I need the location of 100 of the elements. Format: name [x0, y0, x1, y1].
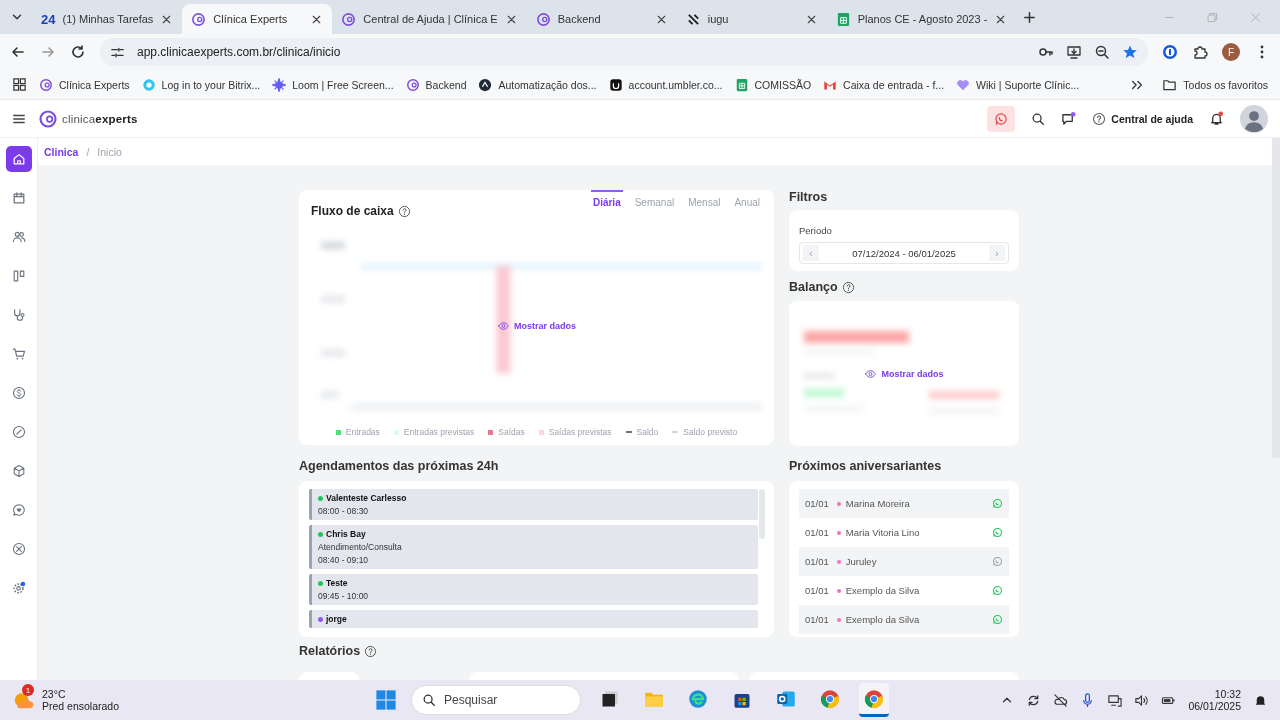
- scrollbar[interactable]: [759, 489, 765, 539]
- stethoscope-icon: [11, 308, 26, 322]
- speaker-icon[interactable]: [1134, 692, 1150, 708]
- bullet-dot: [836, 530, 841, 535]
- legend-label: Saídas previstas: [548, 427, 612, 437]
- help-icon[interactable]: [364, 644, 378, 658]
- legend-label: Saldo: [636, 427, 659, 437]
- browser-tab[interactable]: iugu: [676, 4, 827, 34]
- home-icon: [11, 152, 26, 166]
- notification-badge: 1: [22, 684, 34, 696]
- help-icon[interactable]: [397, 204, 411, 218]
- bookmark[interactable]: Automatização dos...: [478, 77, 597, 92]
- appointment-time: 08:00 - 08:30: [318, 506, 370, 516]
- birthday-date: 01/01: [805, 614, 829, 625]
- board-icon: [11, 269, 26, 283]
- people-icon: [11, 230, 26, 244]
- person-name: Juruley: [845, 556, 877, 567]
- extensions-icon[interactable]: [1192, 44, 1208, 60]
- period-tab[interactable]: Diária: [590, 190, 623, 208]
- section-title: Próximos aniversariantes: [789, 459, 943, 473]
- star-icon[interactable]: [1122, 44, 1138, 60]
- box-icon: [11, 464, 26, 478]
- patient-name: Chris Bay: [326, 529, 366, 539]
- cloud-icon[interactable]: [1053, 692, 1069, 708]
- appointment-type: Atendimento/Consulta: [318, 542, 403, 552]
- blurred-income: [804, 373, 864, 412]
- circle-icon: [141, 77, 156, 92]
- section-title: Relatórios: [299, 644, 361, 658]
- legend-label: Saldo previsto: [683, 427, 738, 437]
- bookmark[interactable]: Backend: [405, 77, 467, 92]
- search-field[interactable]: Pesquisar: [411, 685, 581, 715]
- appointment-time: 09:45 - 10:00: [318, 591, 370, 601]
- appointment-item[interactable]: Valenteste Carlesso 08:00 - 08:30: [309, 489, 758, 520]
- search-icon[interactable]: [1031, 111, 1046, 126]
- circle-icon[interactable]: [1162, 44, 1178, 60]
- patient-name: Valenteste Carlesso: [326, 493, 407, 503]
- windows-icon[interactable]: [375, 689, 397, 711]
- appointment-time: 08:40 - 09:10: [318, 555, 370, 565]
- person-name: Marina Moreira: [845, 498, 910, 509]
- appointment-item[interactable]: Teste 09:45 - 10:00: [309, 574, 758, 605]
- bookmark[interactable]: Loom | Free Screen...: [272, 77, 394, 92]
- browser-tab[interactable]: Planos CE - Agosto 2023 -: [826, 4, 1017, 34]
- profile-avatar[interactable]: F: [1222, 43, 1240, 61]
- show-data-button[interactable]: Mostrar dados: [495, 317, 578, 334]
- help-link[interactable]: Central de ajuda: [1092, 111, 1193, 126]
- reload-icon[interactable]: [70, 44, 86, 60]
- chrome-icon: [864, 688, 884, 709]
- bell-icon[interactable]: [1209, 111, 1224, 126]
- whatsapp-button[interactable]: [987, 105, 1016, 132]
- birthday-date: 01/01: [805, 527, 829, 538]
- help-icon[interactable]: [841, 280, 855, 294]
- clock-time: 10:32: [1214, 688, 1241, 700]
- browser-tab[interactable]: 24 (1) Minhas Tarefas: [32, 4, 183, 34]
- zoom-icon[interactable]: [1094, 44, 1110, 60]
- ring-icon: [191, 11, 207, 27]
- chat-icon[interactable]: [1061, 111, 1077, 126]
- section-title: Balanço: [789, 280, 838, 294]
- appointment-item[interactable]: Chris Bay Atendimento/Consulta 08:40 - 09:10: [309, 525, 758, 569]
- appointment-item[interactable]: jorge: [309, 610, 758, 628]
- avatar-icon[interactable]: [1240, 104, 1268, 133]
- calendar-icon: [11, 191, 26, 205]
- browser-tab[interactable]: Central de Ajuda | Clínica E: [332, 4, 527, 34]
- bookmark[interactable]: Wiki | Suporte Clínic...: [956, 77, 1080, 92]
- folder-icon: [1162, 77, 1178, 92]
- browser-tab[interactable]: Clínica Experts: [182, 4, 333, 34]
- plus-icon[interactable]: [1022, 9, 1038, 25]
- bookmark[interactable]: Clínica Experts: [39, 77, 130, 92]
- bookmark[interactable]: COMISSÃO: [734, 77, 812, 92]
- bookmark[interactable]: Log in to your Bitrix...: [141, 77, 261, 92]
- bookmark[interactable]: account.umbler.co...: [608, 77, 723, 92]
- blurred-expenses: [929, 391, 999, 414]
- scrollbar[interactable]: [1272, 138, 1280, 458]
- bookmarks-folder[interactable]: Todos os favoritos: [1162, 77, 1268, 92]
- url-text: app.clinicaexperts.com.br/clinica/inicio: [137, 45, 342, 59]
- ring-icon: [39, 77, 53, 92]
- bullet-dot: [836, 617, 841, 622]
- bookmark[interactable]: Caixa de entrada - f...: [823, 77, 945, 92]
- address-bar[interactable]: app.clinicaexperts.com.br/clinica/inicio: [100, 38, 1148, 66]
- legend-label: Entradas previstas: [403, 427, 475, 437]
- apps-icon[interactable]: [12, 77, 27, 92]
- gear-icon: [11, 581, 26, 595]
- sheet-icon: [835, 11, 851, 27]
- clock-date: 06/01/2025: [1188, 700, 1241, 712]
- breadcrumb-link[interactable]: Clinica: [44, 145, 79, 158]
- sidebar-item[interactable]: [5, 146, 32, 172]
- circle-icon: [478, 77, 493, 92]
- browser-tab[interactable]: Backend: [526, 4, 677, 34]
- chat-heart-icon: [11, 503, 26, 517]
- whatsapp-icon: [994, 111, 1009, 126]
- bullet-dot: [836, 559, 841, 564]
- birthday-date: 01/01: [805, 585, 829, 596]
- back-arrow-icon[interactable]: [10, 44, 26, 60]
- install-icon[interactable]: [1066, 44, 1082, 60]
- ring-icon: [341, 11, 357, 27]
- breadcrumb-current: Inicio: [97, 145, 122, 158]
- field-label: Periodo: [799, 225, 832, 236]
- forward-arrow-icon[interactable]: [40, 44, 56, 60]
- cart-icon: [11, 347, 26, 361]
- show-data-button[interactable]: Mostrar dados: [862, 365, 946, 382]
- monitor-icon[interactable]: [1107, 692, 1123, 708]
